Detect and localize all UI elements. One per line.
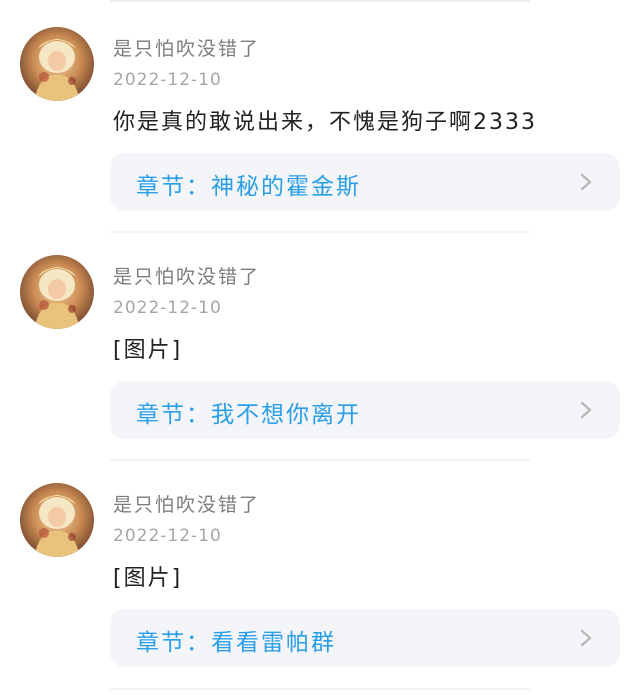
username[interactable]: 是只怕吹没错了 [113,490,260,517]
chapter-title: 看看雷帕群 [211,630,336,656]
chapter-prefix: 章节： [136,402,211,428]
username[interactable]: 是只怕吹没错了 [113,262,260,289]
chapter-prefix: 章节： [136,630,211,656]
comment-date: 2022-12-10 [113,298,222,318]
chapter-link-card[interactable]: 章节：看看雷帕群 [110,609,620,667]
divider [110,459,530,461]
comment-text: [图片] [113,566,183,591]
comment-date: 2022-12-10 [113,526,222,546]
comment-text: 你是真的敢说出来，不愧是狗子啊2333 [113,110,537,135]
comment-date: 2022-12-10 [113,70,222,90]
chapter-title: 神秘的霍金斯 [211,174,361,200]
comment-feed: 是只怕吹没错了 2022-12-10 你是真的敢说出来，不愧是狗子啊2333 章… [0,0,640,697]
avatar[interactable] [20,27,94,101]
chapter-link: 章节：神秘的霍金斯 [136,167,361,201]
chevron-right-icon [580,629,592,647]
chevron-right-icon [580,173,592,191]
avatar[interactable] [20,483,94,557]
divider [110,0,530,2]
chapter-link-card[interactable]: 章节：神秘的霍金斯 [110,153,620,211]
chapter-link-card[interactable]: 章节：我不想你离开 [110,381,620,439]
chapter-title: 我不想你离开 [211,402,361,428]
chapter-link: 章节：我不想你离开 [136,395,361,429]
username[interactable]: 是只怕吹没错了 [113,34,260,61]
chevron-right-icon [580,401,592,419]
avatar[interactable] [20,255,94,329]
chapter-link: 章节：看看雷帕群 [136,623,336,657]
divider [110,688,530,690]
chapter-prefix: 章节： [136,174,211,200]
comment-text: [图片] [113,338,183,363]
divider [110,231,530,233]
